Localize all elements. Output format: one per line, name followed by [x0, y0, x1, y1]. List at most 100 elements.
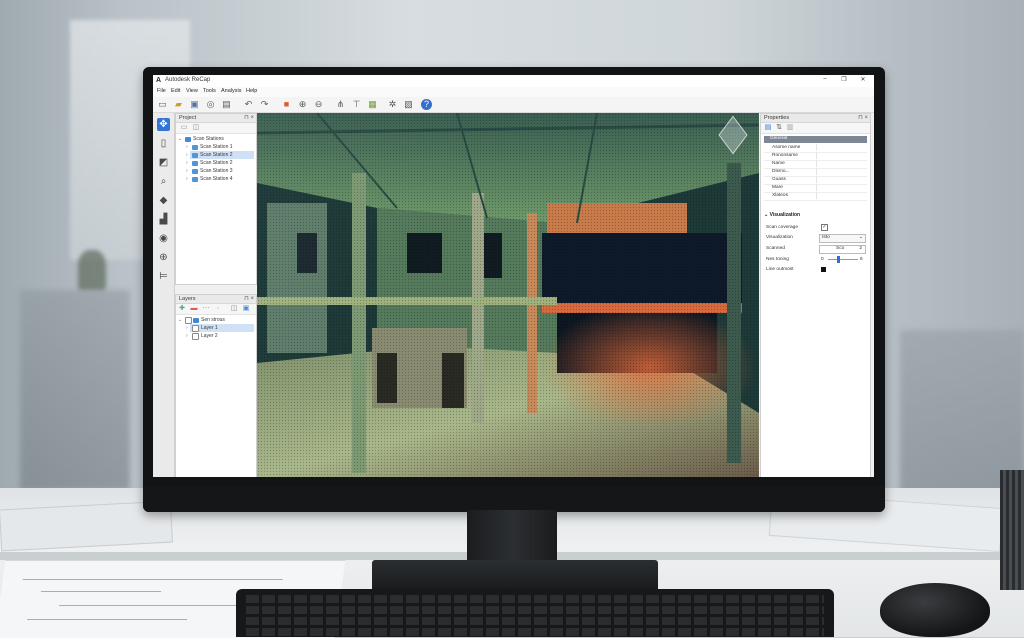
- tree-item-selected[interactable]: Scan Station 2: [200, 152, 233, 158]
- undo-icon[interactable]: ↶: [243, 99, 254, 110]
- chevron-right-icon[interactable]: ›: [186, 325, 188, 331]
- tree-root-label[interactable]: Scan Stations: [193, 136, 224, 142]
- target-icon[interactable]: ◉: [157, 232, 170, 245]
- property-value[interactable]: [816, 176, 867, 183]
- chevron-down-icon[interactable]: ⌄: [178, 317, 182, 323]
- duplicate-icon[interactable]: ◫: [230, 305, 238, 313]
- stairs-icon[interactable]: ▟: [157, 213, 170, 226]
- chart-icon[interactable]: ▦: [367, 99, 378, 110]
- folder-icon[interactable]: ▭: [180, 124, 188, 132]
- chevron-right-icon[interactable]: ›: [186, 168, 188, 174]
- nes-toning-slider-track[interactable]: [828, 259, 858, 260]
- menu-help[interactable]: Help: [246, 88, 257, 94]
- open-icon[interactable]: ▰: [173, 99, 184, 110]
- panel-close-icon[interactable]: ⊓ ×: [244, 114, 254, 121]
- chevron-right-icon[interactable]: ›: [186, 333, 188, 339]
- property-value[interactable]: [816, 144, 867, 151]
- scanned-row: Scanned Sco 2: [766, 245, 867, 254]
- remove-layer-icon[interactable]: ▬: [190, 305, 198, 313]
- chevron-right-icon[interactable]: ›: [186, 152, 188, 158]
- maximize-button[interactable]: ❐: [837, 76, 851, 85]
- document-icon[interactable]: ▯: [157, 137, 170, 150]
- visualization-dropdown[interactable]: Isto ⌄: [819, 234, 866, 243]
- copy-icon[interactable]: ◫: [192, 124, 200, 132]
- line-outline-color-swatch[interactable]: [821, 267, 826, 272]
- print-icon[interactable]: ▤: [221, 99, 232, 110]
- zoom-in-icon[interactable]: ⊕: [297, 99, 308, 110]
- tree-item[interactable]: Scan Station 1: [200, 144, 233, 150]
- project-panel-title: Project: [179, 115, 197, 121]
- save-icon[interactable]: ▣: [189, 99, 200, 110]
- close-button[interactable]: ✕: [856, 76, 870, 85]
- property-value[interactable]: [816, 184, 867, 191]
- redo-icon[interactable]: ↷: [259, 99, 270, 110]
- categorized-icon[interactable]: ▤: [764, 124, 772, 132]
- pages-icon[interactable]: ▥: [786, 124, 794, 132]
- scanned-field[interactable]: Sco 2: [819, 245, 866, 254]
- report-icon[interactable]: ▧: [403, 99, 414, 110]
- chevron-right-icon[interactable]: ›: [186, 176, 188, 182]
- hierarchy-icon[interactable]: ⋔: [335, 99, 346, 110]
- background-shelf: [20, 290, 130, 490]
- layer-tool-icon[interactable]: ⋯: [202, 305, 210, 313]
- settings-icon[interactable]: ✲: [387, 99, 398, 110]
- project-panel: Project ⊓ × ▭ ◫ ⌄ Scan Stations › Scan S…: [175, 113, 257, 285]
- filter-icon[interactable]: ⊤: [351, 99, 362, 110]
- property-value[interactable]: [816, 168, 867, 175]
- tree-item[interactable]: Scan Station 4: [200, 176, 233, 182]
- layer-item[interactable]: Layer 1: [201, 325, 218, 331]
- property-value[interactable]: [816, 192, 867, 199]
- new-icon[interactable]: ▭: [157, 99, 168, 110]
- panel-close-icon[interactable]: ⊓ ×: [858, 114, 868, 121]
- tree-item[interactable]: Scan Station 2: [200, 160, 233, 166]
- layer-settings-icon[interactable]: ▣: [242, 305, 250, 313]
- visualization-section-header[interactable]: ⌄ Visualization: [764, 212, 800, 218]
- cube-color-icon[interactable]: ■: [281, 99, 292, 110]
- mouse: [880, 583, 990, 637]
- help-icon[interactable]: ?: [421, 99, 432, 110]
- add-layer-icon[interactable]: ✚: [178, 305, 186, 313]
- layers-tree: ⌄ Sen strous › Layer 1 › Layer 2: [176, 317, 256, 347]
- layer-tool-icon[interactable]: ▫: [214, 305, 222, 313]
- zoom-out-icon[interactable]: ⊖: [313, 99, 324, 110]
- visualization-title: Visualization: [769, 212, 801, 218]
- checkbox[interactable]: [185, 317, 192, 324]
- layer-item[interactable]: Layer 2: [201, 333, 218, 339]
- nes-toning-slider-thumb[interactable]: [837, 256, 840, 263]
- panel-close-icon[interactable]: ⊓ ×: [244, 295, 254, 302]
- layer-folder-icon: [193, 318, 199, 323]
- search-scan-icon[interactable]: ◎: [205, 99, 216, 110]
- box-icon[interactable]: ◆: [157, 194, 170, 207]
- checkbox[interactable]: [192, 325, 199, 332]
- properties-panel-header: Properties ⊓ ×: [761, 114, 870, 123]
- property-row[interactable]: Xlateos: [764, 192, 867, 201]
- chevron-right-icon[interactable]: ›: [186, 144, 188, 150]
- minimize-button[interactable]: –: [818, 76, 832, 85]
- scan-coverage-checkbox[interactable]: ✓: [821, 224, 828, 231]
- project-panel-header: Project ⊓ ×: [176, 114, 256, 123]
- menu-tools[interactable]: Tools: [203, 88, 216, 94]
- menu-file[interactable]: File: [157, 88, 166, 94]
- chevron-right-icon[interactable]: ›: [186, 160, 188, 166]
- layers-panel-header: Layers ⊓ ×: [176, 295, 256, 304]
- property-value[interactable]: [816, 152, 867, 159]
- menu-analysis[interactable]: Analysis: [221, 88, 241, 94]
- tree-item[interactable]: Scan Station 3: [200, 168, 233, 174]
- align-icon[interactable]: ⊨: [157, 270, 170, 283]
- menu-view[interactable]: View: [186, 88, 198, 94]
- checkbox[interactable]: [192, 333, 199, 340]
- scanned-label: Scanned: [766, 246, 785, 251]
- chevron-down-icon[interactable]: ⌄: [178, 136, 182, 142]
- add-circle-icon[interactable]: ⊕: [157, 251, 170, 264]
- search-icon[interactable]: ⌕: [157, 175, 170, 188]
- image-edit-icon[interactable]: ◩: [157, 156, 170, 169]
- point-cloud-viewport[interactable]: [257, 113, 759, 477]
- point-cloud-render: [257, 113, 759, 477]
- move-icon[interactable]: ✥: [157, 118, 170, 131]
- property-key: Mare: [772, 185, 783, 190]
- property-value[interactable]: [816, 160, 867, 167]
- menu-edit[interactable]: Edit: [171, 88, 180, 94]
- main-toolbar: ▭ ▰ ▣ ◎ ▤ ↶ ↷ ■ ⊕ ⊖ ⋔ ⊤ ▦ ✲ ▧ ?: [153, 97, 874, 113]
- sort-icon[interactable]: ⇅: [775, 124, 783, 132]
- layers-root-label[interactable]: Sen strous: [201, 317, 225, 323]
